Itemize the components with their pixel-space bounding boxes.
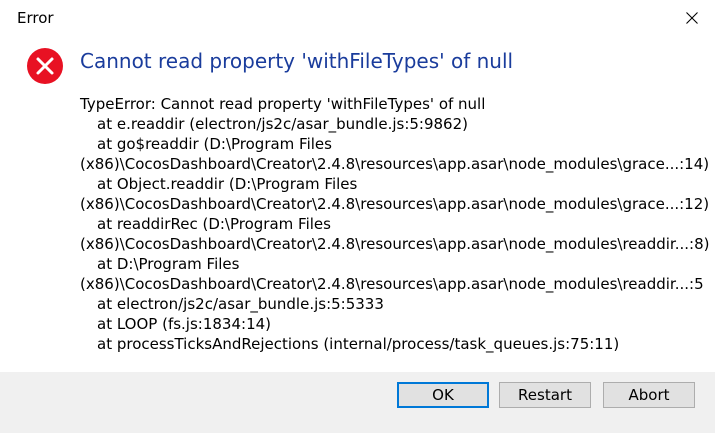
close-icon	[686, 12, 698, 24]
error-detail-line: at LOOP (fs.js:1834:14)	[97, 315, 272, 333]
error-heading: Cannot read property 'withFileTypes' of …	[80, 49, 514, 73]
abort-button[interactable]: Abort	[603, 382, 695, 408]
error-detail-line: at go$readdir (D:\Program Files	[97, 135, 332, 153]
error-detail-line: (x86)\CocosDashboard\Creator\2.4.8\resou…	[80, 275, 704, 293]
error-detail-line: at processTicksAndRejections (internal/p…	[97, 335, 620, 353]
error-detail-line: at Object.readdir (D:\Program Files	[97, 175, 358, 193]
restart-button[interactable]: Restart	[499, 382, 591, 408]
button-bar: OK Restart Abort	[0, 372, 715, 433]
window-title: Error	[17, 9, 54, 27]
error-detail-line: at readdirRec (D:\Program Files	[97, 215, 331, 233]
error-x-icon	[27, 48, 63, 84]
error-detail-line: (x86)\CocosDashboard\Creator\2.4.8\resou…	[80, 195, 710, 213]
error-detail-line: at electron/js2c/asar_bundle.js:5:5333	[97, 295, 384, 313]
error-detail-line: (x86)\CocosDashboard\Creator\2.4.8\resou…	[80, 155, 710, 173]
error-dialog: Error Cannot read property 'withFileType…	[0, 0, 715, 433]
close-button[interactable]	[669, 0, 715, 36]
error-detail-line: (x86)\CocosDashboard\Creator\2.4.8\resou…	[80, 235, 710, 253]
error-detail-line: TypeError: Cannot read property 'withFil…	[80, 95, 486, 113]
error-details: TypeError: Cannot read property 'withFil…	[80, 94, 710, 354]
ok-button[interactable]: OK	[397, 382, 489, 408]
title-bar: Error	[0, 0, 715, 36]
error-detail-line: at D:\Program Files	[97, 255, 240, 273]
error-detail-line: at e.readdir (electron/js2c/asar_bundle.…	[97, 115, 468, 133]
